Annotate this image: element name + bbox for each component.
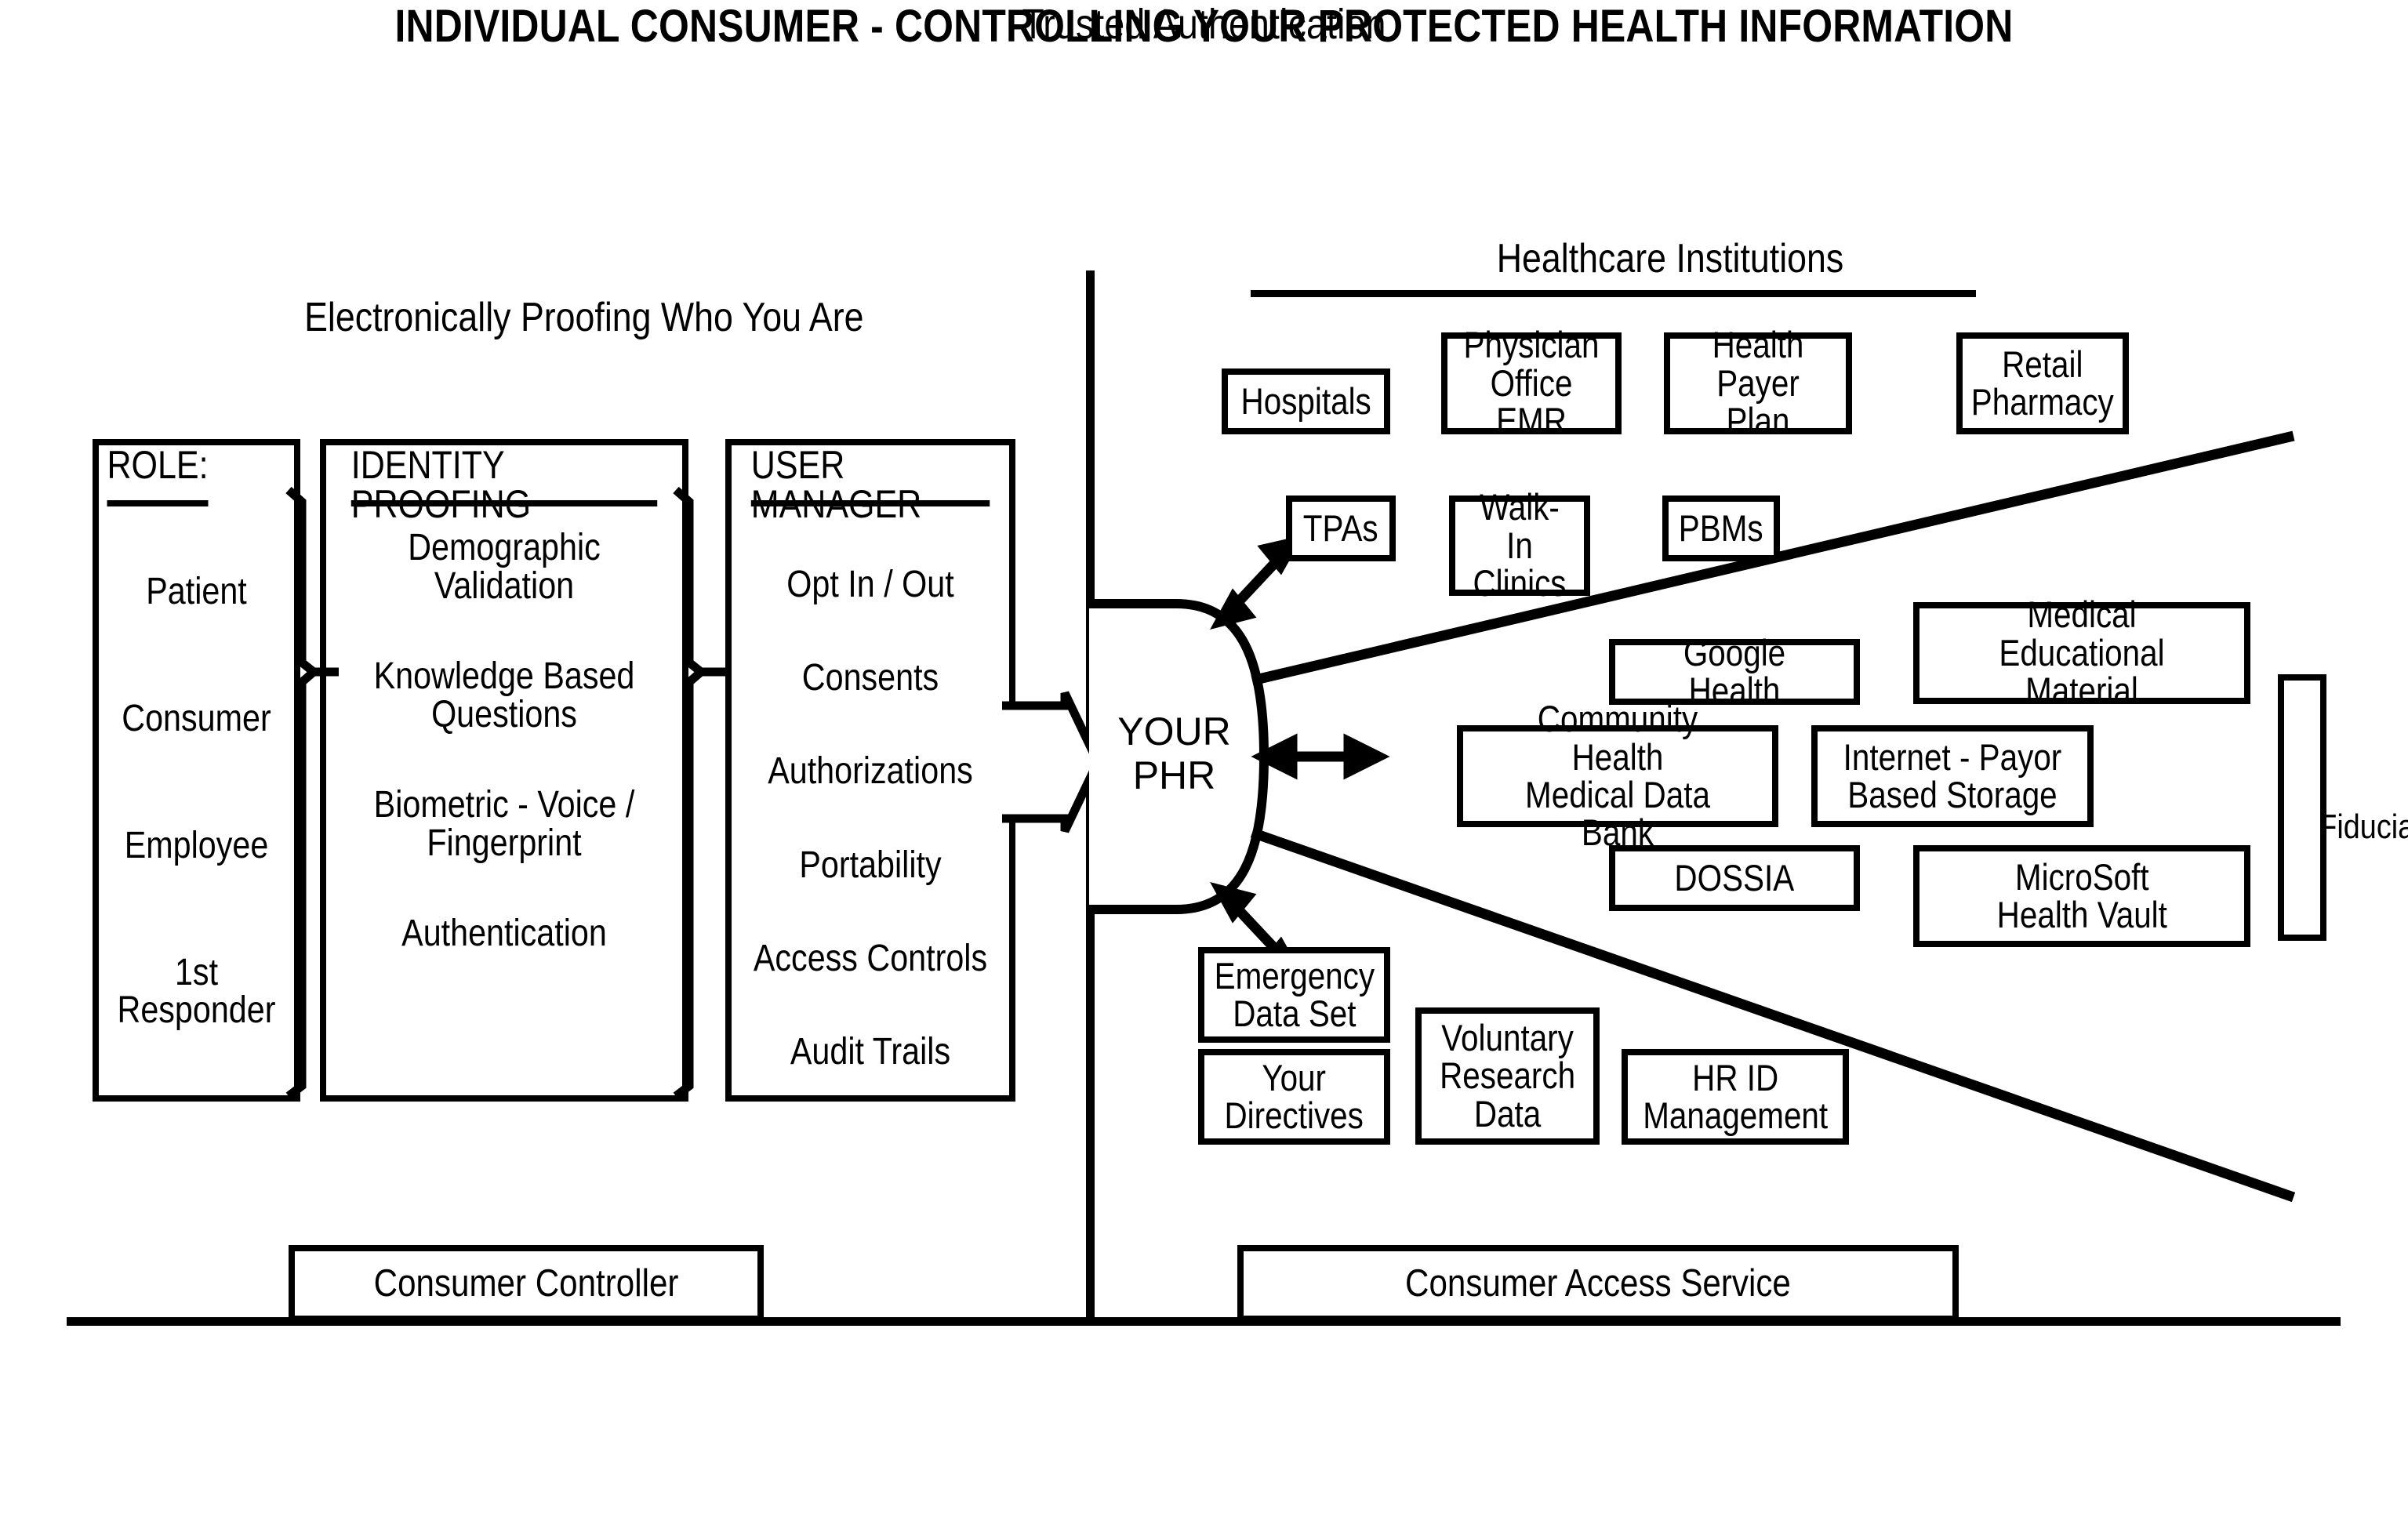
panel-user-manager-header: USER MANAGER [750, 445, 990, 524]
panel-identity-proofing: IDENTITY PROOFING Demographic Validation… [320, 439, 688, 1102]
your-phr-line2: PHR [1132, 753, 1216, 797]
box-microsoft-health-vault[interactable]: MicroSoft Health Vault [1913, 845, 2250, 947]
box-tpas[interactable]: TPAs [1286, 496, 1396, 561]
your-phr-line1: YOUR [1117, 710, 1231, 753]
box-tpas-label: TPAs [1303, 506, 1378, 549]
bar-consumer-controller-label: Consumer Controller [373, 1262, 679, 1305]
role-item-consumer: Consumer [122, 697, 271, 739]
user-manager-item-portability: Portability [799, 844, 942, 886]
box-voluntary-research-data[interactable]: Voluntary Research Data [1415, 1007, 1600, 1145]
user-manager-item-access-controls: Access Controls [753, 937, 988, 979]
box-google-health[interactable]: Google Health [1609, 633, 1860, 710]
box-hr-id-management-label: HR ID Management [1643, 1056, 1828, 1136]
double-arrow-middle [1251, 733, 1390, 780]
your-phr-label: YOUR PHR [1094, 710, 1255, 797]
box-medical-educational-material-label: Medical Educational Material [1999, 594, 2165, 712]
box-dossia-label: DOSSIA [1674, 856, 1795, 898]
panel-identity-proofing-body: Demographic Validation Knowledge Based Q… [326, 521, 682, 1110]
box-walk-in-clinics-label: Walk-In Clinics [1473, 486, 1567, 604]
bar-consumer-access-service-label: Consumer Access Service [1405, 1262, 1791, 1305]
box-voluntary-research-data-label: Voluntary Research Data [1440, 1016, 1575, 1134]
user-manager-item-consents: Consents [801, 657, 939, 699]
box-medical-educational-material[interactable]: Medical Educational Material [1913, 596, 2250, 710]
box-pbms[interactable]: PBMs [1662, 496, 1780, 561]
box-your-directives-label: Your Directives [1224, 1056, 1364, 1136]
box-physician-office-emr-label: Physician Office EMR [1463, 324, 1600, 442]
left-section-label: Electronically Proofing Who You Are [304, 295, 864, 340]
box-emergency-data-set[interactable]: Emergency Data Set [1198, 947, 1390, 1043]
role-item-first-responder: 1st Responder [117, 951, 276, 1032]
box-fiduciary-roles-label: Fiduciary Roles [2319, 808, 2408, 846]
center-divider [1086, 270, 1095, 1325]
user-manager-item-opt-in-out: Opt In / Out [786, 564, 954, 606]
user-manager-item-authorizations: Authorizations [768, 750, 973, 793]
identity-item-authentication: Authentication [401, 912, 607, 954]
diagram-canvas: Trusted Authentication INDIVIDUAL CONSUM… [0, 0, 2408, 1521]
double-arrow-tpas [1210, 535, 1304, 630]
panel-user-manager: USER MANAGER Opt In / Out Consents Autho… [725, 439, 1015, 1102]
box-hospitals-label: Hospitals [1240, 379, 1371, 422]
panel-identity-proofing-header: IDENTITY PROOFING [350, 445, 658, 524]
box-health-payer-plan-label: Health Payer Plan [1712, 324, 1804, 442]
identity-item-biometric: Biometric - Voice / Fingerprint [373, 783, 635, 864]
box-fiduciary-roles[interactable]: Fiduciary Roles [2278, 674, 2408, 941]
block-arrow-to-phr [1002, 691, 1103, 833]
box-internet-payor-based-storage-label: Internet - Payor Based Storage [1843, 735, 2062, 815]
box-dossia[interactable]: DOSSIA [1609, 845, 1860, 911]
panel-role-header: ROLE: [107, 445, 209, 506]
user-manager-item-audit-trails: Audit Trails [790, 1030, 951, 1073]
box-hr-id-management[interactable]: HR ID Management [1622, 1049, 1849, 1145]
box-pbms-label: PBMs [1679, 506, 1763, 549]
box-health-payer-plan[interactable]: Health Payer Plan [1664, 326, 1852, 440]
box-community-health-medical-data-bank[interactable]: Community Health Medical Data Bank [1457, 700, 1778, 851]
box-retail-pharmacy-label: Retail Pharmacy [1971, 343, 2114, 423]
box-physician-office-emr[interactable]: Physician Office EMR [1441, 326, 1622, 440]
bar-consumer-controller[interactable]: Consumer Controller [289, 1245, 764, 1322]
box-retail-pharmacy[interactable]: Retail Pharmacy [1956, 332, 2129, 434]
box-walk-in-clinics[interactable]: Walk-In Clinics [1449, 488, 1590, 602]
bar-consumer-access-service[interactable]: Consumer Access Service [1237, 1245, 1959, 1322]
box-microsoft-health-vault-label: MicroSoft Health Vault [1996, 855, 2167, 935]
right-section-label: Healthcare Institutions [1496, 236, 1844, 281]
identity-item-knowledge-based-questions: Knowledge Based Questions [373, 655, 635, 735]
box-community-health-medical-data-bank-label: Community Health Medical Data Bank [1525, 698, 1710, 854]
role-item-employee: Employee [124, 824, 269, 866]
panel-role-body: Patient Consumer Employee 1st Responder [99, 506, 294, 1095]
page-title: INDIVIDUAL CONSUMER - CONTROLLING YOUR P… [394, 1, 2014, 52]
box-emergency-data-set-label: Emergency Data Set [1214, 954, 1375, 1034]
identity-item-demographic-validation: Demographic Validation [408, 527, 601, 607]
box-hospitals[interactable]: Hospitals [1222, 368, 1390, 434]
box-internet-payor-based-storage[interactable]: Internet - Payor Based Storage [1811, 725, 2094, 827]
role-item-patient: Patient [146, 570, 247, 612]
panel-role: ROLE: Patient Consumer Employee 1st Resp… [93, 439, 300, 1102]
box-your-directives[interactable]: Your Directives [1198, 1049, 1390, 1145]
panel-user-manager-body: Opt In / Out Consents Authorizations Por… [732, 521, 1009, 1110]
healthcare-institutions-rule [1251, 290, 1976, 297]
